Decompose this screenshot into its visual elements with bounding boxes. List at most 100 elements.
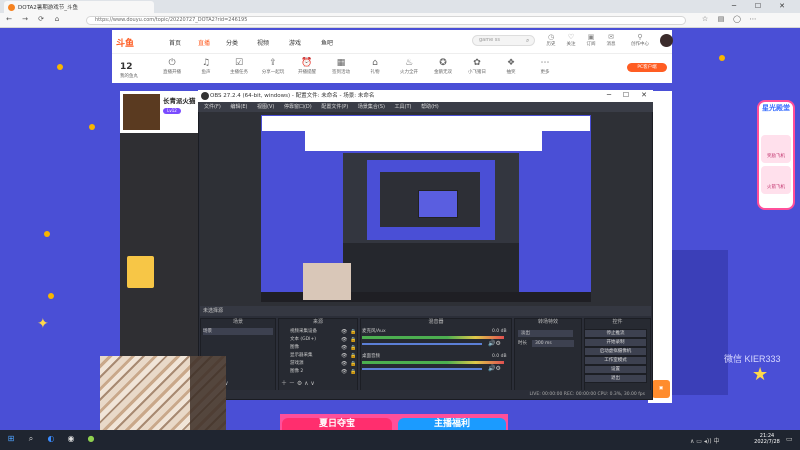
stop-streaming-button[interactable]: 停止推流 (584, 329, 647, 338)
start-icon[interactable]: ⊞ (4, 434, 18, 443)
lock-icon[interactable]: 🔒 🔒 🔒 🔒 🔒 🔒 (350, 328, 356, 376)
feature-item[interactable]: ♫ 鱼声 (191, 58, 221, 75)
feature-item[interactable]: ⏰ 开播提醒 (292, 58, 322, 75)
url-input[interactable]: https://www.douyu.com/topic/20220727_DOT… (86, 16, 686, 25)
feature-item[interactable]: ⋯ 更多 (530, 58, 560, 75)
source-item[interactable]: 显示器采集 (290, 352, 313, 359)
obs-close-icon[interactable]: ✕ (638, 91, 650, 99)
right-banner-item[interactable]: 火箭飞机 (761, 166, 791, 194)
favorites-icon[interactable]: ☆ (700, 15, 710, 23)
scene-item[interactable]: 场景 (203, 328, 273, 335)
feature-item[interactable]: ⇪ 分享一起玩 (258, 58, 288, 75)
minimize-icon[interactable]: ─ (728, 2, 740, 10)
mixer-meter (362, 336, 504, 339)
message-button[interactable]: ✉ 消息 (602, 33, 620, 47)
more-icon[interactable]: ⋯ (748, 15, 758, 23)
preview-nested-dock (343, 243, 519, 299)
search-icon[interactable]: ⌕ (24, 434, 38, 444)
menu-profile[interactable]: 配置文件(P) (321, 104, 348, 110)
menu-view[interactable]: 视图(V) (257, 104, 274, 110)
feature-item[interactable]: ♨ 火力全开 (394, 58, 424, 75)
transition-select[interactable]: 淡出 (518, 330, 573, 337)
app-taskbar-icon[interactable]: ● (84, 434, 98, 443)
source-item[interactable]: 文本 (GDI+) (290, 336, 316, 343)
start-recording-button[interactable]: 开始录制 (584, 338, 647, 347)
follow-button[interactable]: ♡ 关注 (562, 33, 580, 47)
subscribe-button[interactable]: ▣ 订阅 (582, 33, 600, 47)
feature-item[interactable]: ⏻ 直播开播 (157, 58, 187, 75)
decor-star-icon: ✦ (37, 316, 49, 332)
menu-tools[interactable]: 工具(T) (395, 104, 412, 110)
gift-icon[interactable]: ▣ (652, 380, 670, 398)
studio-mode-button[interactable]: 工作室模式 (584, 356, 647, 365)
menu-help[interactable]: 帮助(H) (421, 104, 439, 110)
history-button[interactable]: ◷ 历史 (542, 33, 560, 47)
maximize-icon[interactable]: ☐ (752, 2, 764, 10)
taskbar-clock[interactable]: 21:24 2022/7/28 (752, 433, 782, 445)
scenes-dock-title: 场景 (232, 319, 243, 325)
feature-item[interactable]: ▦ 签到活动 (326, 58, 356, 75)
source-item[interactable]: 图像 (290, 344, 299, 351)
refresh-icon[interactable]: ⟳ (36, 15, 46, 23)
streamer-welfare-button[interactable]: 主播福利 (398, 418, 506, 430)
menu-docks[interactable]: 停靠窗口(D) (284, 104, 312, 110)
search-icon[interactable]: ⌕ (526, 37, 529, 45)
volume-slider[interactable] (362, 343, 482, 345)
exit-button[interactable]: 退出 (584, 374, 647, 383)
collections-icon[interactable]: ▤ (716, 15, 726, 23)
streamer-avatar[interactable] (123, 94, 160, 130)
user-avatar[interactable] (660, 34, 673, 47)
streamer-level-badge: Lv12 (163, 108, 181, 114)
profile-icon[interactable]: ◯ (732, 15, 742, 23)
obs-maximize-icon[interactable]: ☐ (620, 91, 632, 99)
nav-fishbar[interactable]: 鱼吧 (321, 38, 333, 47)
notification-icon[interactable]: ▭ (786, 435, 793, 443)
activity-badge[interactable] (127, 256, 154, 288)
menu-scene-collection[interactable]: 场景集合(S) (358, 104, 385, 110)
calendar-icon: ▦ (336, 58, 346, 68)
visibility-icon[interactable]: 👁 👁 👁 👁 👁 👁 (341, 328, 347, 376)
forward-icon[interactable]: → (20, 15, 30, 23)
feature-item[interactable]: ✪ 金鹅无双 (428, 58, 458, 75)
edge-icon[interactable]: ◐ (44, 434, 58, 443)
mixer-channel-name: 桌面音频 (362, 354, 380, 359)
summer-treasure-button[interactable]: 夏日夺宝 (282, 418, 392, 430)
back-icon[interactable]: ← (4, 15, 14, 23)
source-item[interactable]: 视频采集设备 (290, 328, 317, 335)
nav-live[interactable]: 直播 (198, 38, 210, 47)
share-icon: ⇪ (269, 58, 277, 68)
speaker-icon[interactable]: 🔊⚙ (488, 365, 501, 372)
nav-category[interactable]: 分类 (226, 38, 238, 47)
douyu-logo[interactable]: 斗鱼 (116, 36, 134, 49)
settings-button[interactable]: 设置 (584, 365, 647, 374)
add-source-icon[interactable]: ＋ － ⚙ ∧ ∨ (281, 378, 315, 387)
source-item[interactable]: 图像 2 (290, 368, 303, 375)
duration-input[interactable]: 300 ms (532, 340, 574, 347)
menu-file[interactable]: 文件(F) (204, 104, 221, 110)
creator-button[interactable]: ⚲ 创作中心 (628, 33, 652, 47)
close-icon[interactable]: ✕ (776, 2, 788, 10)
decor-dot (48, 293, 54, 299)
obs-minimize-icon[interactable]: ─ (603, 91, 615, 99)
nav-home[interactable]: 首页 (169, 38, 181, 47)
feature-item[interactable]: ☑ 主播任务 (224, 58, 254, 75)
speaker-icon[interactable]: 🔊⚙ (488, 340, 501, 347)
streamer-name[interactable]: 长青派火猫 (163, 95, 196, 105)
nav-video[interactable]: 视频 (257, 38, 269, 47)
menu-edit[interactable]: 编辑(E) (230, 104, 247, 110)
volume-slider[interactable] (362, 368, 482, 370)
right-banner-item[interactable]: 奖励飞机 (761, 135, 791, 163)
pc-client-button[interactable]: PC客户端 (627, 63, 667, 72)
gift-icon: ⌂ (372, 58, 378, 68)
feature-item[interactable]: ✿ 小飞猪日 (462, 58, 492, 75)
nav-game[interactable]: 游戏 (289, 38, 301, 47)
feature-item[interactable]: ❖ 抽奖 (496, 58, 526, 75)
home-icon[interactable]: ⌂ (52, 15, 62, 23)
tray-icons[interactable]: ∧ ▭ ◂)) 中 (690, 436, 719, 445)
source-item[interactable]: 游戏源 (290, 360, 304, 367)
toggle-icon: ⏻ (168, 58, 176, 68)
browser-tab[interactable]: DOTA2暑期游戏节_斗鱼 (4, 1, 154, 13)
obs-taskbar-icon[interactable]: ◉ (64, 434, 78, 443)
feature-item[interactable]: ⌂ 礼物 (360, 58, 390, 75)
virtual-camera-button[interactable]: 启动虚拟摄像机 (584, 347, 647, 356)
